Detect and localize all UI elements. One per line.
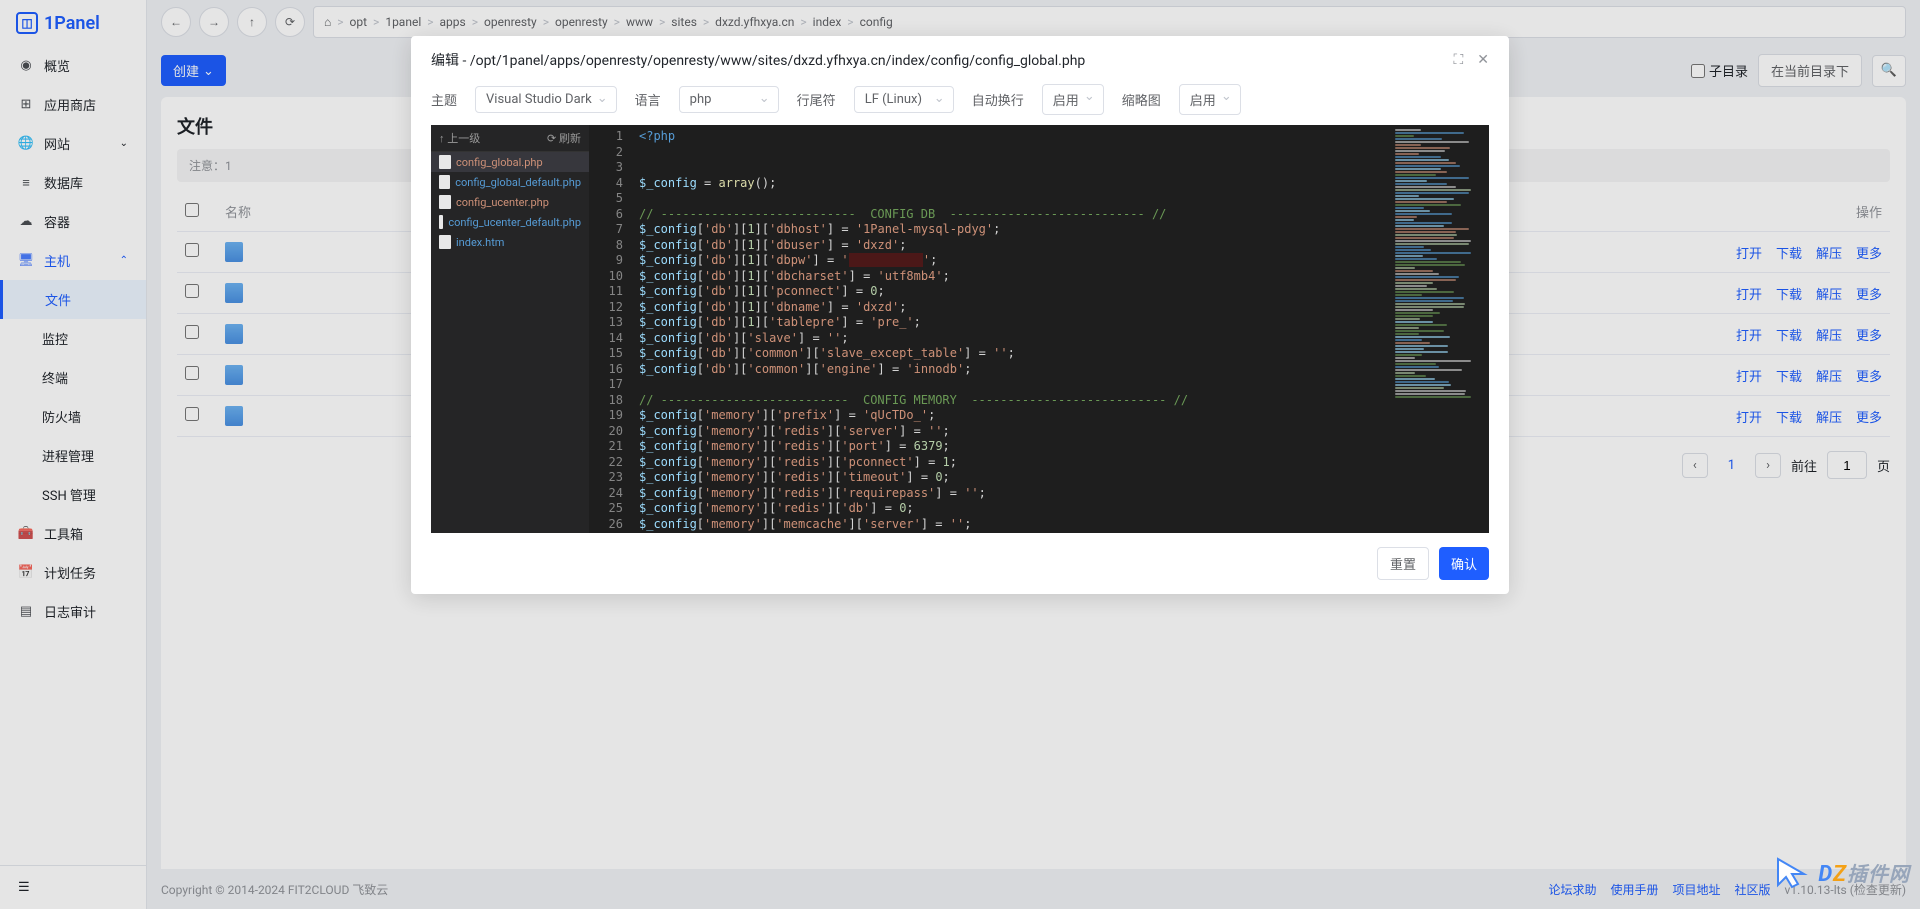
- modal-overlay: 编辑 - /opt/1panel/apps/openresty/openrest…: [0, 0, 1920, 909]
- tree-file[interactable]: config_global_default.php: [431, 172, 589, 192]
- editor-modal: 编辑 - /opt/1panel/apps/openresty/openrest…: [411, 36, 1509, 594]
- file-icon: [439, 195, 451, 209]
- tree-file[interactable]: config_ucenter_default.php: [431, 212, 589, 232]
- tree-header: ↑ 上一级 ⟳ 刷新: [431, 125, 589, 152]
- tree-up[interactable]: ↑ 上一级: [439, 130, 480, 146]
- file-icon: [439, 215, 443, 229]
- file-icon: [439, 155, 451, 169]
- minimap-select[interactable]: 启用: [1179, 84, 1241, 115]
- tree-file[interactable]: index.htm: [431, 232, 589, 252]
- wrap-label: 自动换行: [972, 90, 1024, 109]
- modal-header: 编辑 - /opt/1panel/apps/openresty/openrest…: [411, 36, 1509, 84]
- gutter: 1234567891011121314151617181920212223242…: [589, 125, 633, 533]
- tree-file[interactable]: config_global.php: [431, 152, 589, 172]
- eol-label: 行尾符: [797, 90, 836, 109]
- editor-wrap: ↑ 上一级 ⟳ 刷新 config_global.phpconfig_globa…: [431, 125, 1489, 533]
- minimap[interactable]: [1391, 125, 1489, 533]
- modal-footer: 重置 确认: [411, 533, 1509, 594]
- theme-select[interactable]: Visual Studio Dark: [475, 86, 617, 113]
- modal-title: 编辑 - /opt/1panel/apps/openresty/openrest…: [431, 50, 1085, 70]
- code-area[interactable]: <?php$_config = array();// -------------…: [633, 125, 1391, 533]
- confirm-button[interactable]: 确认: [1439, 547, 1489, 580]
- code-editor[interactable]: 1234567891011121314151617181920212223242…: [589, 125, 1489, 533]
- modal-toolbar: 主题 Visual Studio Dark 语言 php 行尾符 LF (Lin…: [411, 84, 1509, 125]
- theme-label: 主题: [431, 90, 457, 109]
- tree-file[interactable]: config_ucenter.php: [431, 192, 589, 212]
- minimap-label: 缩略图: [1122, 90, 1161, 109]
- file-icon: [439, 235, 451, 249]
- wrap-select[interactable]: 启用: [1042, 84, 1104, 115]
- reset-button[interactable]: 重置: [1377, 547, 1429, 580]
- lang-select[interactable]: php: [679, 86, 779, 113]
- file-icon: [439, 175, 450, 189]
- lang-label: 语言: [635, 90, 661, 109]
- file-tree: ↑ 上一级 ⟳ 刷新 config_global.phpconfig_globa…: [431, 125, 589, 533]
- close-icon[interactable]: ✕: [1477, 52, 1489, 68]
- tree-list: config_global.phpconfig_global_default.p…: [431, 152, 589, 533]
- tree-refresh[interactable]: ⟳ 刷新: [547, 130, 581, 146]
- fullscreen-icon[interactable]: ⛶: [1453, 52, 1463, 68]
- eol-select[interactable]: LF (Linux): [854, 86, 954, 113]
